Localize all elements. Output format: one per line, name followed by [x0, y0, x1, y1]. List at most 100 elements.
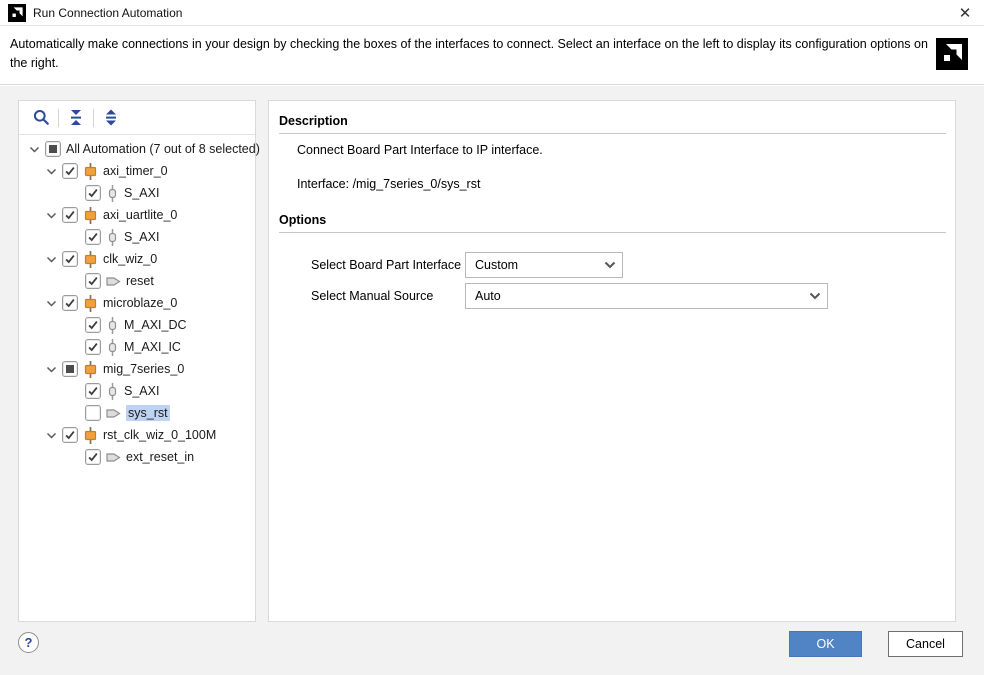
tree-item-label[interactable]: sys_rst [126, 405, 170, 421]
chevron-down-icon [809, 292, 821, 300]
tree-row-clk-wiz-0[interactable]: clk_wiz_0 [19, 248, 255, 270]
tree-item-label[interactable]: All Automation (7 out of 8 selected) [66, 142, 260, 156]
checked-checkbox[interactable] [85, 339, 101, 355]
tree-item-label[interactable]: clk_wiz_0 [103, 252, 157, 266]
tree-row-s-axi[interactable]: S_AXI [19, 182, 255, 204]
checked-checkbox[interactable] [62, 427, 78, 443]
board-part-interface-label: Select Board Part Interface [311, 258, 465, 272]
tree-item-label[interactable]: S_AXI [124, 186, 159, 200]
checked-checkbox[interactable] [62, 251, 78, 267]
tree-item-label[interactable]: mig_7series_0 [103, 362, 184, 376]
checked-checkbox[interactable] [62, 207, 78, 223]
title-bar: Run Connection Automation ✕ [0, 0, 984, 26]
ip-icon [83, 251, 98, 268]
checked-checkbox[interactable] [62, 163, 78, 179]
brand-logo-icon [936, 38, 968, 70]
chevron-down-icon [604, 261, 616, 269]
checked-checkbox[interactable] [85, 229, 101, 245]
pin-icon [106, 275, 121, 288]
chevron-down-icon[interactable] [46, 364, 57, 375]
intf-icon [106, 339, 119, 356]
window-title: Run Connection Automation [33, 6, 182, 20]
ip-icon [83, 427, 98, 444]
tree-item-label[interactable]: rst_clk_wiz_0_100M [103, 428, 216, 442]
checked-checkbox[interactable] [85, 449, 101, 465]
tree-item-label[interactable]: S_AXI [124, 230, 159, 244]
toolbar-separator [58, 109, 59, 127]
automation-tree-panel: All Automation (7 out of 8 selected) axi_… [18, 100, 256, 622]
dialog-instructions: Automatically make connections in your d… [10, 35, 928, 73]
help-button[interactable]: ? [18, 632, 39, 653]
tree-item-label[interactable]: reset [126, 274, 154, 288]
tree-row-microblaze-0[interactable]: microblaze_0 [19, 292, 255, 314]
search-icon[interactable] [27, 105, 55, 131]
tree-row-mig-7series-0[interactable]: mig_7series_0 [19, 358, 255, 380]
tree-row-axi-timer-0[interactable]: axi_timer_0 [19, 160, 255, 182]
chevron-down-icon[interactable] [46, 430, 57, 441]
ip-icon [83, 207, 98, 224]
manual-source-value: Auto [475, 289, 809, 303]
unchecked-checkbox[interactable] [85, 405, 101, 421]
pin-icon [106, 407, 121, 420]
manual-source-row: Select Manual Source Auto [311, 283, 828, 309]
board-part-interface-value: Custom [475, 258, 604, 272]
partial-checkbox[interactable] [62, 361, 78, 377]
tree-item-label[interactable]: ext_reset_in [126, 450, 194, 464]
description-heading: Description [279, 114, 946, 134]
tree-row-axi-uartlite-0[interactable]: axi_uartlite_0 [19, 204, 255, 226]
tree-item-label[interactable]: microblaze_0 [103, 296, 177, 310]
manual-source-label: Select Manual Source [311, 289, 465, 303]
ip-icon [83, 295, 98, 312]
description-text: Connect Board Part Interface to IP inter… [297, 143, 543, 157]
ip-icon [83, 163, 98, 180]
tree-row-ext-reset-in[interactable]: ext_reset_in [19, 446, 255, 468]
board-part-interface-select[interactable]: Custom [465, 252, 623, 278]
close-icon[interactable]: ✕ [954, 2, 976, 24]
checked-checkbox[interactable] [62, 295, 78, 311]
intf-icon [106, 317, 119, 334]
tree-item-label[interactable]: axi_timer_0 [103, 164, 168, 178]
tree-item-label[interactable]: M_AXI_IC [124, 340, 181, 354]
board-part-interface-row: Select Board Part Interface Custom [311, 252, 623, 278]
cancel-button[interactable]: Cancel [888, 631, 963, 657]
options-heading: Options [279, 213, 946, 233]
tree-row-rst-clk-wiz-0-100m[interactable]: rst_clk_wiz_0_100M [19, 424, 255, 446]
checked-checkbox[interactable] [85, 185, 101, 201]
expand-all-icon[interactable] [97, 105, 125, 131]
partial-checkbox[interactable] [45, 141, 61, 157]
collapse-all-icon[interactable] [62, 105, 90, 131]
chevron-down-icon[interactable] [46, 298, 57, 309]
toolbar-separator [93, 109, 94, 127]
ip-icon [83, 361, 98, 378]
tree-row-s-axi[interactable]: S_AXI [19, 226, 255, 248]
tree-toolbar [19, 101, 255, 135]
intf-icon [106, 383, 119, 400]
chevron-down-icon[interactable] [46, 210, 57, 221]
chevron-down-icon[interactable] [46, 254, 57, 265]
manual-source-select[interactable]: Auto [465, 283, 828, 309]
configuration-panel: Description Connect Board Part Interface… [268, 100, 956, 622]
chevron-down-icon[interactable] [46, 166, 57, 177]
tree-row-m-axi-ic[interactable]: M_AXI_IC [19, 336, 255, 358]
dialog-header: Automatically make connections in your d… [0, 27, 984, 85]
intf-icon [106, 229, 119, 246]
tree-row-m-axi-dc[interactable]: M_AXI_DC [19, 314, 255, 336]
interface-path-text: Interface: /mig_7series_0/sys_rst [297, 177, 480, 191]
checked-checkbox[interactable] [85, 383, 101, 399]
checked-checkbox[interactable] [85, 317, 101, 333]
tree-row-all-automation-7-out-of-8-selected[interactable]: All Automation (7 out of 8 selected) [19, 138, 255, 160]
tree-row-s-axi[interactable]: S_AXI [19, 380, 255, 402]
tree-item-label[interactable]: axi_uartlite_0 [103, 208, 177, 222]
app-logo-icon [8, 4, 26, 22]
intf-icon [106, 185, 119, 202]
tree-row-sys-rst[interactable]: sys_rst [19, 402, 255, 424]
tree-item-label[interactable]: S_AXI [124, 384, 159, 398]
pin-icon [106, 451, 121, 464]
chevron-down-icon[interactable] [29, 144, 40, 155]
ok-button[interactable]: OK [789, 631, 862, 657]
automation-tree: All Automation (7 out of 8 selected) axi_… [19, 135, 255, 468]
tree-row-reset[interactable]: reset [19, 270, 255, 292]
help-icon: ? [25, 635, 33, 650]
checked-checkbox[interactable] [85, 273, 101, 289]
tree-item-label[interactable]: M_AXI_DC [124, 318, 187, 332]
